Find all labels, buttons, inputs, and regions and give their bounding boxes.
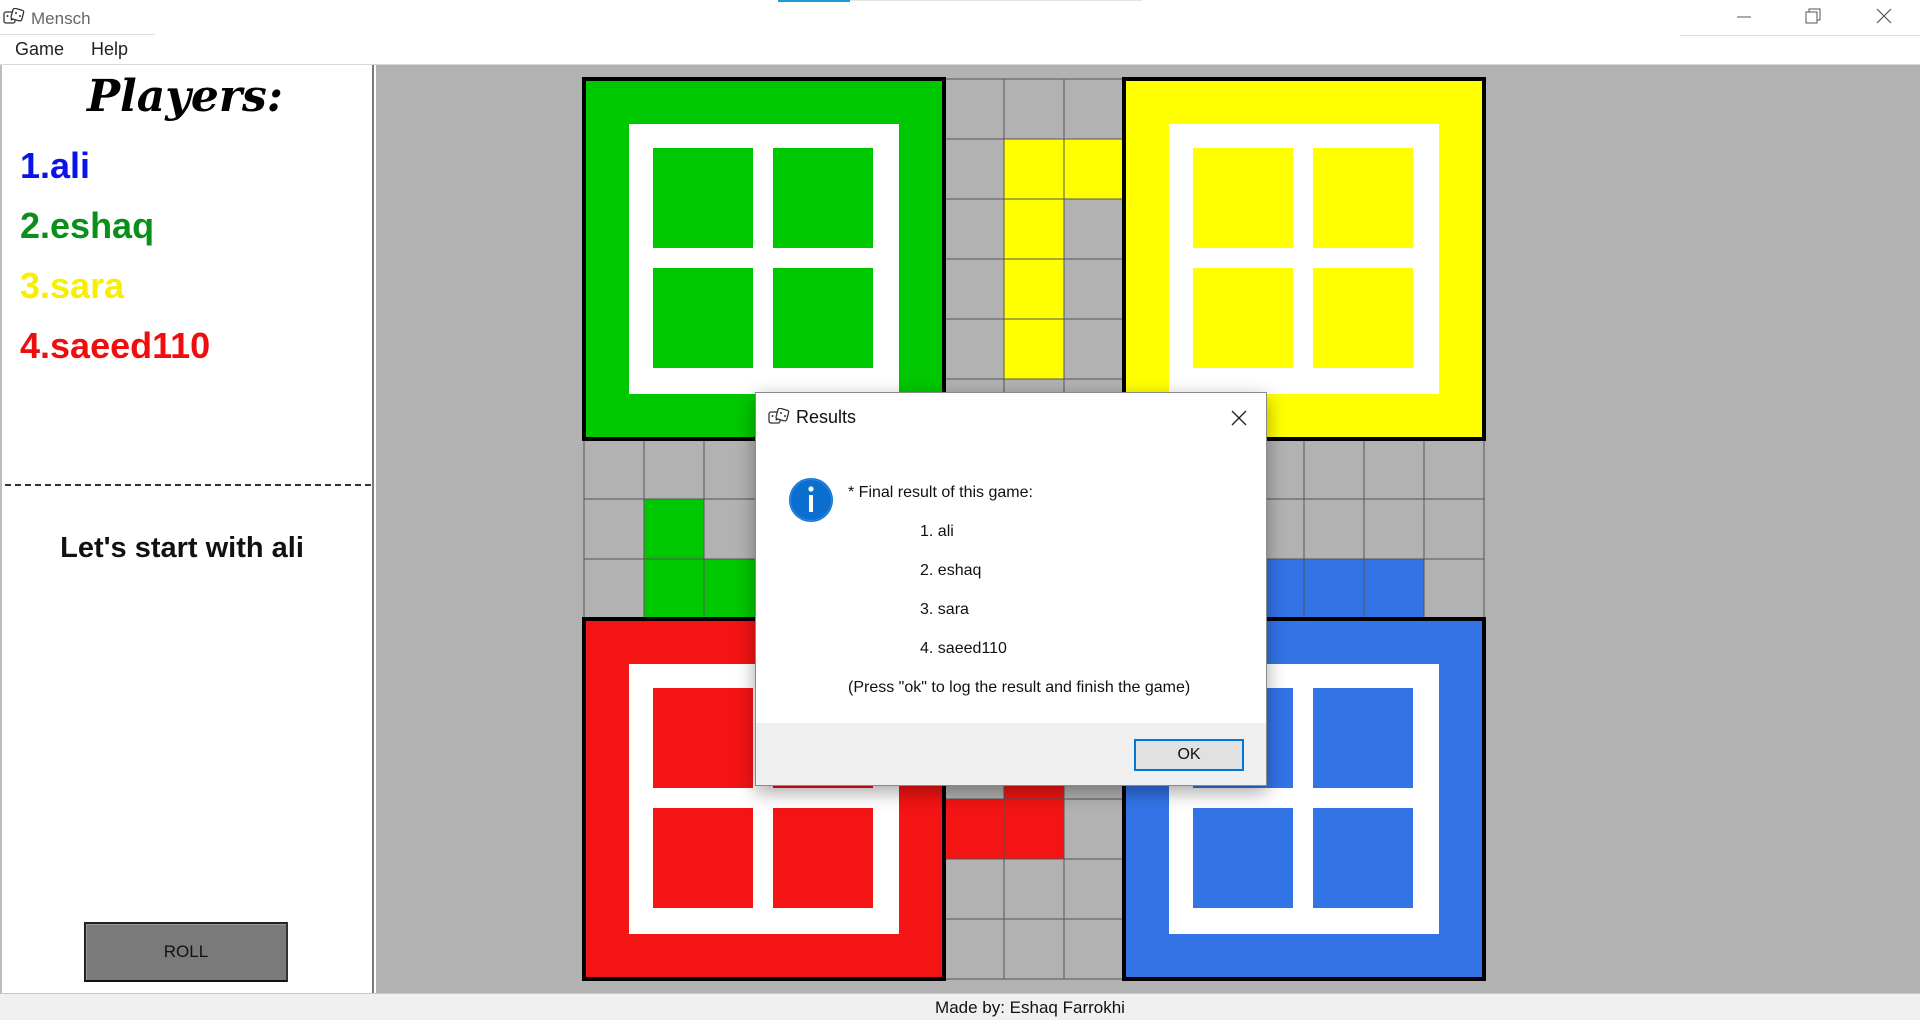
restore-button[interactable] <box>1778 0 1848 34</box>
board-cell <box>1063 798 1125 860</box>
home-slot <box>773 148 873 248</box>
board-cell <box>1303 558 1365 620</box>
title-divider <box>0 34 155 35</box>
home-slot <box>1313 808 1413 908</box>
roll-button[interactable]: ROLL <box>84 922 288 982</box>
home-slot <box>773 268 873 368</box>
menu-help[interactable]: Help <box>87 39 132 60</box>
menu-game[interactable]: Game <box>11 39 68 60</box>
result-instruction: (Press "ok" to log the result and finish… <box>848 679 1191 696</box>
dialog-close-button[interactable] <box>1224 403 1254 433</box>
board-cell <box>1003 138 1065 200</box>
home-slot <box>653 148 753 248</box>
turn-status: Let's start with ali <box>60 532 304 564</box>
board-cell <box>643 558 705 620</box>
dialog-title: Results <box>796 407 857 427</box>
board-cell <box>1063 318 1125 380</box>
board-cell <box>1003 78 1065 140</box>
player-2: 2.eshaq <box>20 205 155 246</box>
board-cell <box>1363 498 1425 560</box>
ok-button[interactable]: OK <box>1134 739 1244 771</box>
info-icon <box>789 478 833 522</box>
board-cell <box>943 138 1005 200</box>
result-line: 1. ali <box>920 523 954 540</box>
player-4: 4.saeed110 <box>20 325 211 366</box>
dice-icon <box>3 8 25 24</box>
result-line: 4. saeed110 <box>920 640 1007 657</box>
board-cell <box>943 198 1005 260</box>
tab-indicator <box>778 0 850 2</box>
home-slot <box>1313 148 1413 248</box>
credit-text: Made by: Eshaq Farrokhi <box>935 998 1125 1017</box>
board-cell <box>583 438 645 500</box>
dashed-separator <box>5 484 371 486</box>
minimize-button[interactable] <box>1708 0 1778 34</box>
home-slot <box>653 688 753 788</box>
board-cell <box>943 258 1005 320</box>
board-cell <box>1003 258 1065 320</box>
home-slot <box>1193 808 1293 908</box>
results-dialog: Results * Final result of this game: 1. … <box>755 392 1267 786</box>
board-cell <box>1363 558 1425 620</box>
title-bar: Mensch <box>0 0 1920 36</box>
home-slot <box>1193 268 1293 368</box>
board-cell <box>943 798 1005 860</box>
player-1: 1.ali <box>20 145 91 186</box>
board-cell <box>1063 138 1125 200</box>
board-cell <box>1003 918 1065 980</box>
board-cell <box>1003 198 1065 260</box>
board-cell <box>1003 318 1065 380</box>
board-cell <box>1063 78 1125 140</box>
home-slot <box>653 268 753 368</box>
home-slot <box>1193 148 1293 248</box>
dice-icon <box>768 408 790 424</box>
board-cell <box>1423 558 1485 620</box>
close-icon <box>1876 8 1892 24</box>
tab-indicator-track <box>850 0 1142 1</box>
board-cell <box>943 858 1005 920</box>
result-line: 3. sara <box>920 601 969 618</box>
board-cell <box>1063 258 1125 320</box>
minimize-icon <box>1737 16 1751 18</box>
board-cell <box>1003 858 1065 920</box>
board-cell <box>1063 918 1125 980</box>
result-line: 2. eshaq <box>920 562 982 579</box>
board-cell <box>1303 438 1365 500</box>
board-cell <box>1423 498 1485 560</box>
home-slot <box>1313 688 1413 788</box>
board-cell <box>943 78 1005 140</box>
close-icon <box>1231 410 1247 426</box>
players-panel: Players: 1.ali 2.eshaq 3.sara 4.saeed110… <box>0 65 374 993</box>
status-bar: Made by: Eshaq Farrokhi <box>0 993 1920 1020</box>
board-cell <box>583 498 645 560</box>
close-window-button[interactable] <box>1848 0 1918 34</box>
restore-icon <box>1805 8 1821 24</box>
dialog-message: * Final result of this game: 1. ali 2. e… <box>848 473 1190 707</box>
board-cell <box>1363 438 1425 500</box>
board-cell <box>1063 198 1125 260</box>
home-slot <box>653 808 753 908</box>
board-cell <box>943 918 1005 980</box>
board-cell <box>643 438 705 500</box>
board-cell <box>1063 858 1125 920</box>
board-cell <box>643 498 705 560</box>
players-heading: Players: <box>86 71 284 122</box>
player-3: 3.sara <box>20 265 125 306</box>
board-cell <box>1303 498 1365 560</box>
board-cell <box>583 558 645 620</box>
home-slot <box>1313 268 1413 368</box>
menu-bar: Game Help <box>0 36 1920 64</box>
window-title: Mensch <box>31 9 91 28</box>
result-heading: * Final result of this game: <box>848 484 1033 501</box>
board-cell <box>943 318 1005 380</box>
board-cell <box>1003 798 1065 860</box>
board-cell <box>1423 438 1485 500</box>
home-slot <box>773 808 873 908</box>
